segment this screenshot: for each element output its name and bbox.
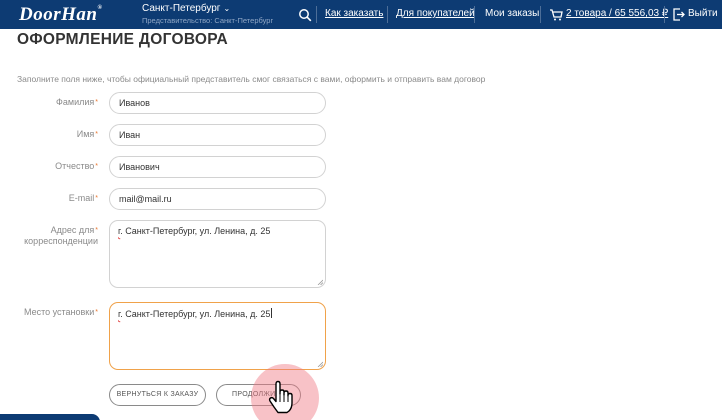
logout-icon[interactable] [673, 8, 685, 21]
text-caret [271, 308, 273, 318]
address-textarea[interactable]: г. Санкт-Петербург, ул. Ленина, д. 25 [109, 220, 326, 288]
middle-name-label: Отчество* [55, 161, 98, 172]
nav-divider [316, 6, 317, 23]
bottom-left-widget[interactable] [0, 414, 100, 420]
required-mark: * [95, 227, 98, 234]
last-name-label: Фамилия* [56, 97, 98, 108]
page-intro: Заполните поля ниже, чтобы официальный п… [17, 74, 486, 84]
nav-divider [474, 6, 475, 23]
chevron-down-icon: ⌄ [223, 4, 231, 13]
install-text: . 25 [255, 309, 271, 319]
address-label: Адрес для* корреспонденции [24, 225, 98, 247]
required-mark: * [95, 195, 98, 202]
logo-text: DoorHan [19, 4, 98, 25]
nav-divider [664, 6, 665, 23]
required-mark: * [95, 131, 98, 138]
first-name-label: Имя* [77, 129, 98, 140]
pointer-hand-icon [268, 380, 293, 414]
nav-link-for-buyers[interactable]: Для покупателей [396, 8, 475, 19]
resize-grip-icon[interactable] [317, 279, 323, 285]
install-location-textarea[interactable]: г. Санкт-Петербург, ул. Ленина, д. 25 [109, 302, 326, 370]
resize-grip-icon[interactable] [317, 361, 323, 367]
address-text: . Санкт-Петербург, ул. Ленина, [120, 226, 251, 236]
label-text: Отчество [55, 161, 95, 171]
label-text: Адрес для [50, 225, 95, 235]
middle-name-field[interactable]: Иванович [109, 156, 326, 178]
nav-link-my-orders[interactable]: Мои заказы [485, 8, 539, 19]
label-text: E-mail [68, 193, 95, 203]
cart-summary[interactable]: 2 товара / 65 556,03 ₽ [566, 8, 668, 19]
doorhan-logo[interactable]: DoorHan® [19, 4, 102, 26]
nav-divider [387, 6, 388, 23]
logout-link[interactable]: Выйти [688, 8, 718, 19]
required-mark: * [95, 99, 98, 106]
label-text: Имя [76, 129, 95, 139]
logo-registered-mark: ® [97, 5, 103, 11]
city-selector[interactable]: Санкт-Петербург ⌄ [142, 3, 230, 14]
representative-office: Представительство: Санкт-Петербург [142, 16, 274, 25]
email-label: E-mail* [69, 193, 98, 204]
email-field[interactable]: mail@mail.ru [109, 188, 326, 210]
back-to-order-button[interactable]: ВЕРНУТЬСЯ К ЗАКАЗУ [109, 384, 206, 406]
city-name: Санкт-Петербург [142, 3, 221, 14]
address-text: . 25 [255, 226, 271, 236]
first-name-field[interactable]: Иван [109, 124, 326, 146]
label-text: Место установки [23, 307, 95, 317]
install-text: . Санкт-Петербург, ул. Ленина, [120, 309, 251, 319]
search-icon[interactable] [298, 8, 312, 22]
nav-divider [540, 6, 541, 23]
last-name-field[interactable]: Иванов [109, 92, 326, 114]
nav-link-how-to-order[interactable]: Как заказать [325, 8, 383, 19]
label-text: Фамилия [56, 97, 95, 107]
label-text-line-2: корреспонденции [24, 236, 98, 246]
required-mark: * [95, 163, 98, 170]
cart-icon[interactable] [549, 8, 563, 21]
top-navigation-bar: DoorHan® Санкт-Петербург ⌄ Представительс… [0, 0, 722, 29]
required-mark: * [95, 309, 98, 316]
install-location-label: Место установки* [24, 307, 98, 318]
page-title: ОФОРМЛЕНИЕ ДОГОВОРА [17, 31, 229, 48]
